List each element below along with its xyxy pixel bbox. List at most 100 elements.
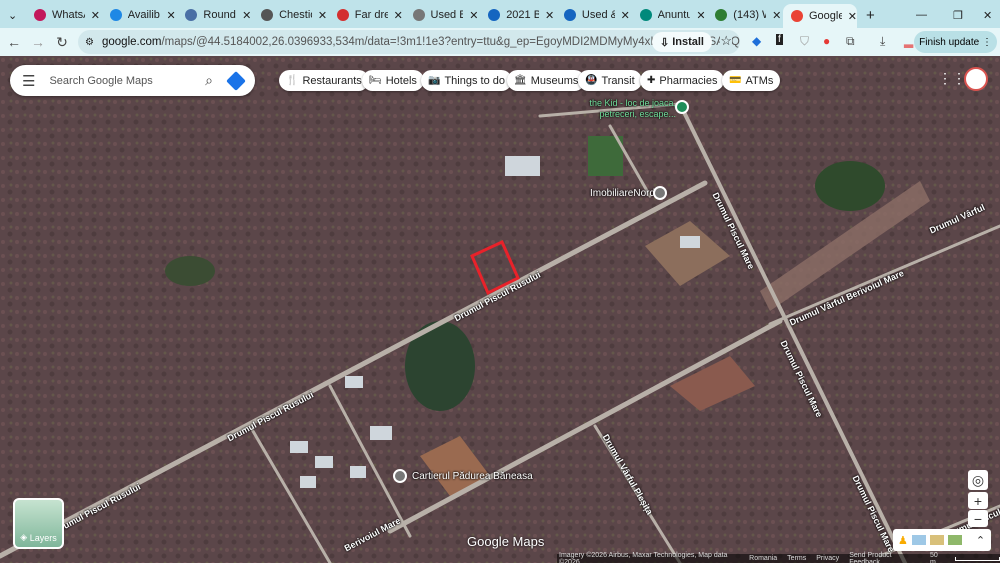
extension-icon[interactable]: ◆ [752,34,761,48]
search-box[interactable]: ☰ Search Google Maps ⌕ [10,65,255,96]
tab-label: Availible [127,9,161,21]
profile-avatar[interactable]: ▂ [904,34,913,48]
tab-label: Anuntur [657,9,691,21]
close-tab-icon[interactable]: ✕ [772,9,781,22]
satellite-map[interactable]: Drumul Piscul Rusului Drumul Piscul Rusu… [0,56,1000,563]
forward-button[interactable]: → [26,34,50,50]
finish-update-button[interactable]: Finish update ⋮ [914,31,997,53]
search-icon[interactable]: ⌕ [205,72,213,89]
directions-icon[interactable] [226,70,246,91]
close-tab-icon[interactable]: ✕ [696,9,705,22]
tree-patch [815,161,885,211]
place-label-kid[interactable]: the Kid - loc de joaca, petreceri, escap… [566,98,676,120]
extensions-puzzle-icon[interactable]: ⧉ [846,34,855,49]
search-input[interactable]: Search Google Maps [49,75,205,87]
pegman-icon[interactable]: ♟ [898,534,908,547]
map-footer: Imagery ©2026 Airbus, Maxar Technologies… [557,552,1000,563]
back-button[interactable]: ← [2,34,26,50]
tab-label: WhatsApp [52,9,85,21]
imagery-thumb[interactable] [911,535,926,545]
place-pin-icon[interactable] [675,100,689,114]
street-view-bar: ♟ ⌃ [893,529,991,551]
color-extension-icon[interactable]: ● [823,34,830,48]
site-info-icon[interactable]: ⚙ [85,37,94,48]
layers-button[interactable]: ◈ Layers [13,498,64,549]
place-pin-icon[interactable] [653,186,667,200]
tab[interactable]: Roundo ✕ [177,4,251,26]
tab[interactable]: WhatsApp ✕ [26,4,100,26]
tab[interactable]: Anuntur ✕ [632,4,706,26]
category-label: Hotels [385,74,417,87]
tab-label: Used BM [430,9,464,21]
close-window-button[interactable]: ✕ [975,4,995,26]
category-label: Museums [530,74,579,87]
address-bar[interactable]: ⚙ google.com/maps/@44.5184002,26.0396933… [78,30,740,54]
minimize-button[interactable]: — [908,4,928,26]
category-label: Restaurants [302,74,362,87]
download-icon[interactable]: ⤓ [880,34,885,49]
tab[interactable]: Used & ✕ [556,4,630,26]
tab[interactable]: Chestion ✕ [253,4,327,26]
install-label: Install [672,36,704,48]
close-tab-icon[interactable]: ✕ [166,9,175,22]
close-tab-icon[interactable]: ✕ [91,9,100,22]
maximize-button[interactable]: ❐ [945,4,965,26]
layers-icon: ◈ [20,532,30,542]
shield-icon[interactable]: ⛉ [800,34,809,49]
my-location-button[interactable]: ◎ [968,470,988,490]
close-tab-icon[interactable]: ✕ [848,10,857,23]
tab[interactable]: Far dream ✕ [329,4,403,26]
category-chip[interactable]: 📷 Things to do [421,70,512,91]
account-avatar[interactable] [964,67,988,91]
tree-patch [165,256,215,286]
install-button[interactable]: ⇩ Install [651,32,712,52]
zoom-in-button[interactable]: + [968,492,988,509]
tab-favicon-icon [34,9,46,21]
close-tab-icon[interactable]: ✕ [621,9,630,22]
tab[interactable]: (143) W ✕ [707,4,781,26]
category-label: ATMs [745,74,774,87]
tab-favicon-icon [715,9,728,21]
place-label-imobiliare[interactable]: ImobiliareNord [590,188,655,199]
tab-favicon-icon [563,9,576,21]
scale-label[interactable]: 50 m [930,552,945,563]
menu-icon[interactable]: ☰ [22,72,35,90]
category-chip[interactable]: 🏛 Museums [507,70,586,91]
tab[interactable]: 2021 BM ✕ [480,4,554,26]
imagery-thumb[interactable] [947,535,962,545]
layers-label: Layers [29,533,57,543]
zoom-out-button[interactable]: − [968,510,988,527]
close-tab-icon[interactable]: ✕ [469,9,478,22]
place-pin-icon[interactable] [393,469,407,483]
tab-search-button[interactable]: ⌄ [4,4,24,26]
privacy-link[interactable]: Privacy [816,555,839,562]
tab[interactable]: Availible ✕ [102,4,176,26]
category-icon: 🚇 [585,75,598,86]
feedback-link[interactable]: Send Product Feedback [849,552,920,563]
category-chip[interactable]: 🚇 Transit [578,70,642,91]
category-icon: 🛏 [369,75,382,86]
terms-link[interactable]: Terms [787,555,806,562]
new-tab-button[interactable]: + [858,4,878,26]
tab[interactable]: Used BM ✕ [405,4,479,26]
extension-fx-icon[interactable]: f [776,34,783,45]
toolbar: ← → ↻ ⚙ google.com/maps/@44.5184002,26.0… [0,28,1000,56]
scale-bar [954,556,1000,561]
category-chip[interactable]: 🛏 Hotels [362,70,424,91]
bookmark-star-icon[interactable]: ☆ [720,33,732,49]
tab[interactable]: Google ✕ [783,4,857,28]
country-link[interactable]: Romania [749,555,777,562]
category-chip[interactable]: ✚ Pharmacies [640,70,725,91]
terrain [0,56,1000,563]
tab-favicon-icon [185,9,198,21]
expand-icon[interactable]: ⌃ [976,534,985,547]
close-tab-icon[interactable]: ✕ [318,9,327,22]
close-tab-icon[interactable]: ✕ [242,9,251,22]
category-chip[interactable]: 🍴 Restaurants [279,70,369,91]
category-chip[interactable]: 💳 ATMs [722,70,781,91]
imagery-thumb[interactable] [929,535,944,545]
place-label-cartier[interactable]: Cartierul Pădurea Băneasa [412,471,533,482]
close-tab-icon[interactable]: ✕ [394,9,403,22]
reload-button[interactable]: ↻ [50,34,74,51]
close-tab-icon[interactable]: ✕ [545,9,554,22]
